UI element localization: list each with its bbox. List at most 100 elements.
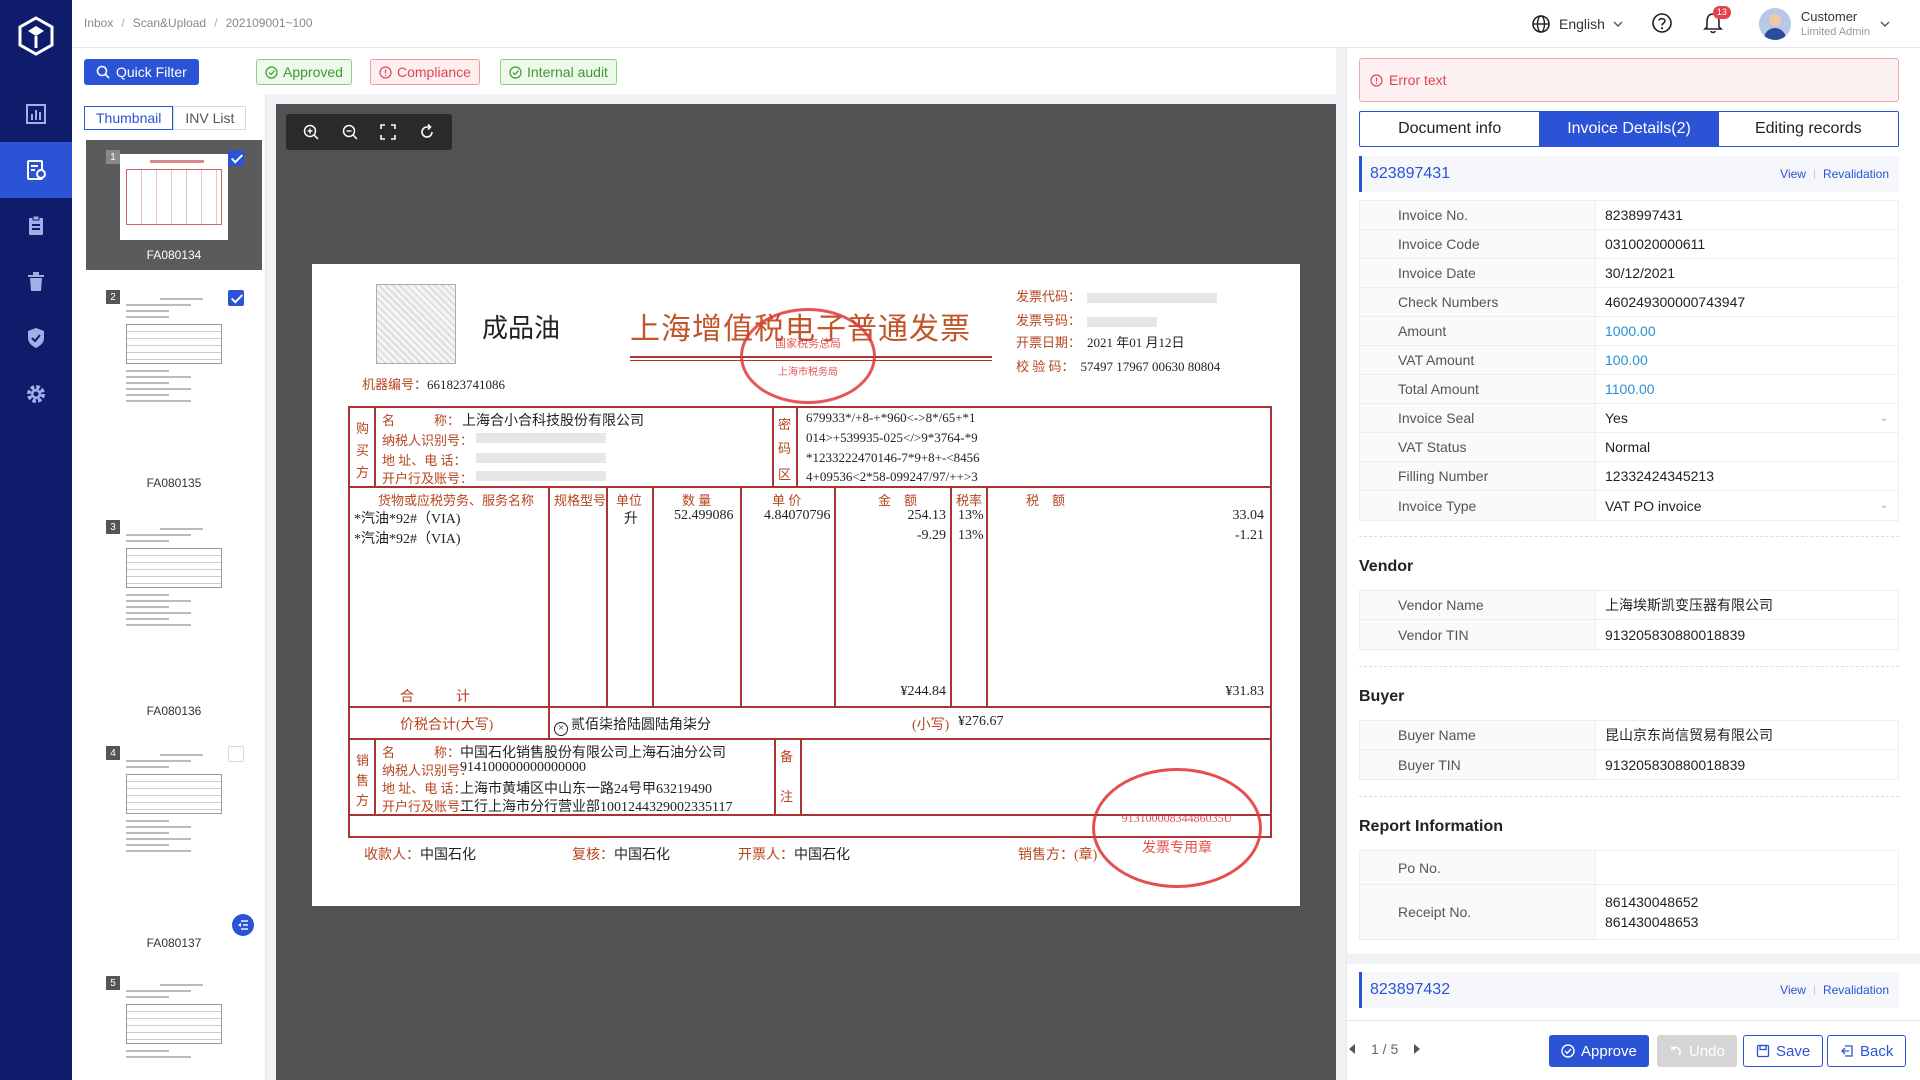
thumbnail-item[interactable]: 4 FA080137: [86, 736, 262, 952]
buyer-address-label: 地 址、电 话：: [382, 453, 467, 468]
field-label: Invoice Seal: [1360, 404, 1596, 432]
tag-compliance[interactable]: Compliance: [370, 59, 480, 85]
col-header-rate: 税率: [956, 493, 983, 508]
back-button[interactable]: Back: [1827, 1035, 1907, 1067]
tab-invoice-details[interactable]: Invoice Details(2): [1539, 112, 1719, 146]
tag-approved[interactable]: Approved: [256, 59, 352, 85]
view-link[interactable]: View: [1780, 983, 1806, 997]
notifications-button[interactable]: 13: [1702, 5, 1731, 37]
thumbnail-checkbox[interactable]: [228, 150, 244, 166]
quick-filter-button[interactable]: Quick Filter: [84, 59, 199, 85]
invoice-date-value[interactable]: 30/12/2021: [1596, 265, 1898, 281]
invoice-code-value[interactable]: 0310020000611: [1596, 236, 1898, 252]
receipt-no-value[interactable]: 861430048652 861430048653: [1596, 892, 1898, 932]
zoom-out-icon[interactable]: [341, 123, 359, 141]
item-amount: 254.13: [907, 508, 947, 523]
nav-invoices[interactable]: [0, 142, 72, 198]
fullscreen-icon[interactable]: [379, 123, 397, 141]
user-menu[interactable]: Customer Limited Admin: [1758, 8, 1890, 40]
invoice-id: 823897432: [1370, 981, 1451, 998]
collapse-list-button[interactable]: [232, 914, 254, 936]
help-button[interactable]: [1651, 12, 1673, 37]
amount-value[interactable]: 1000.00: [1596, 323, 1898, 339]
invoice-type-select[interactable]: VAT PO invoice ⌄: [1596, 498, 1898, 514]
breadcrumb: Inbox / Scan&Upload / 202109001~100: [84, 16, 313, 30]
invoice-date-label: 开票日期：: [1016, 335, 1082, 350]
total-amount-value[interactable]: 1100.00: [1596, 381, 1898, 397]
thumbnail-item[interactable]: 3 FA080136: [86, 510, 262, 720]
field-row: Buyer Name 昆山京东尚信贸易有限公司: [1360, 721, 1898, 750]
user-name: Customer: [1800, 9, 1858, 24]
check-numbers-value[interactable]: 460249300000743947: [1596, 294, 1898, 310]
save-button[interactable]: Save: [1743, 1035, 1824, 1067]
tag-internal-audit[interactable]: Internal audit: [500, 59, 617, 85]
undo-button[interactable]: Undo: [1657, 1035, 1737, 1067]
view-link[interactable]: View: [1780, 167, 1806, 181]
buyer-name-value[interactable]: 昆山京东尚信贸易有限公司: [1596, 725, 1898, 745]
tab-document-info[interactable]: Document info: [1360, 112, 1539, 146]
nav-security[interactable]: [0, 310, 72, 366]
nav-clipboard[interactable]: [0, 198, 72, 254]
invoice-no-value[interactable]: 8238997431: [1596, 207, 1898, 223]
qr-code: [376, 284, 456, 364]
col-header-unit: 单位: [616, 493, 643, 508]
field-label: Po No.: [1360, 851, 1596, 884]
seller-address-label: 地 址、电 话：: [382, 781, 467, 796]
cipher-side-char: 码: [778, 441, 792, 456]
revalidation-link[interactable]: Revalidation: [1823, 167, 1889, 181]
language-label: English: [1558, 16, 1605, 32]
field-row: Invoice No. 8238997431: [1360, 201, 1898, 230]
pager: 1 / 5: [1347, 1041, 1422, 1057]
language-selector[interactable]: English: [1531, 14, 1623, 34]
app-logo[interactable]: [16, 16, 56, 56]
buyer-side-char: 买: [356, 443, 370, 458]
breadcrumb-inbox[interactable]: Inbox: [84, 16, 113, 30]
action-bar: 1 / 5 Approve Undo Save Back: [1346, 1020, 1920, 1080]
sidebar: [0, 0, 72, 1080]
invoice-fields: Invoice No. 8238997431 Invoice Code 031002…: [1359, 200, 1899, 521]
back-icon: [1841, 1045, 1853, 1057]
revalidation-link[interactable]: Revalidation: [1823, 983, 1889, 997]
invoice-seal-select[interactable]: Yes ⌄: [1596, 410, 1898, 426]
next-page-icon[interactable]: [1412, 1043, 1422, 1055]
nav-trash[interactable]: [0, 254, 72, 310]
field-row: Receipt No. 861430048652 861430048653: [1360, 885, 1898, 939]
rotate-icon[interactable]: [418, 123, 436, 141]
filling-number-value[interactable]: 12332424345213: [1596, 468, 1898, 484]
breadcrumb-scan-upload[interactable]: Scan&Upload: [133, 16, 206, 30]
vat-status-value[interactable]: Normal: [1596, 439, 1898, 455]
col-header-price: 单 价: [772, 493, 802, 508]
remark-side-char: 备: [780, 749, 794, 764]
thumbnail-checkbox[interactable]: [228, 290, 244, 306]
prev-page-icon[interactable]: [1347, 1043, 1357, 1055]
details-panel: Error text Document info Invoice Details…: [1346, 48, 1920, 1020]
field-row: Invoice Date 30/12/2021: [1360, 259, 1898, 288]
tab-editing-records[interactable]: Editing records: [1719, 112, 1898, 146]
nav-dashboard[interactable]: [0, 86, 72, 142]
field-row: Invoice Code 0310020000611: [1360, 230, 1898, 259]
vendor-tin-value[interactable]: 913205830880018839: [1596, 627, 1898, 643]
field-label: Buyer Name: [1360, 721, 1596, 749]
item-qty: 52.499086: [674, 508, 734, 523]
tab-thumbnail[interactable]: Thumbnail: [84, 106, 174, 130]
buyer-tin-value[interactable]: 913205830880018839: [1596, 757, 1898, 773]
thumbnail-item[interactable]: 5: [86, 966, 262, 1080]
field-row: Total Amount 1100.00: [1360, 375, 1898, 404]
approve-button[interactable]: Approve: [1549, 1035, 1649, 1067]
vat-amount-value[interactable]: 100.00: [1596, 352, 1898, 368]
col-header-tax: 税 额: [1026, 493, 1066, 508]
grand-total-label: 价税合计(大写): [400, 718, 494, 733]
nav-settings[interactable]: [0, 366, 72, 422]
vendor-name-value[interactable]: 上海埃斯凯变压器有限公司: [1596, 595, 1898, 615]
thumbnail-item[interactable]: 1 FA080134: [86, 140, 262, 270]
buyer-side-char: 方: [356, 465, 370, 480]
payee-label: 收款人：: [364, 848, 420, 863]
thumbnail-checkbox[interactable]: [228, 746, 244, 762]
invoice-code-label: 发票代码：: [1016, 289, 1082, 304]
thumbnail-item[interactable]: 2 FA080135: [86, 280, 262, 500]
zoom-in-icon[interactable]: [302, 123, 320, 141]
item-rate: 13%: [958, 508, 984, 523]
stamp-line: 发票专用章: [1142, 841, 1212, 856]
invoice-number-label: 发票号码：: [1016, 313, 1082, 328]
tab-inv-list[interactable]: INV List: [173, 106, 247, 130]
